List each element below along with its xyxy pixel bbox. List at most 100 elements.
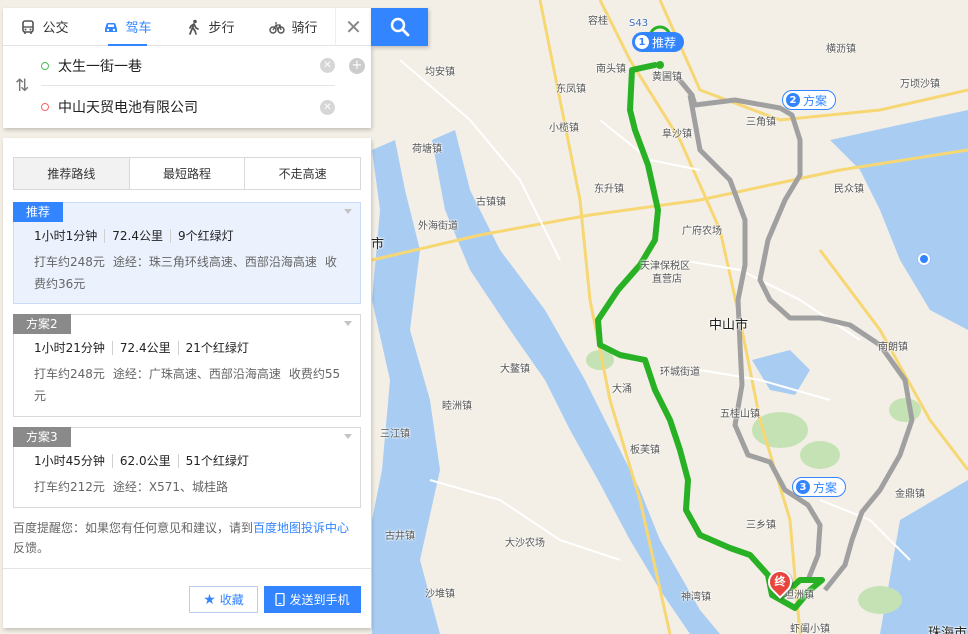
place-label: 容桂 — [588, 16, 608, 27]
tab-no-highway[interactable]: 不走高速 — [244, 158, 361, 189]
route-stats: 1小时21分钟 72.4公里 21个红绿灯 — [34, 341, 256, 355]
river-west — [372, 140, 440, 634]
route-via: 途经：X571、城桂路 — [112, 480, 229, 494]
route-number: 1 — [635, 35, 649, 49]
route-taxi-fare: 打车约212元 — [34, 480, 105, 494]
tip-text-prefix: 百度提醒您：如果您有任何意见和建议，请到 — [13, 521, 254, 535]
swap-icon[interactable]: ⇅ — [15, 76, 29, 96]
place-label: 外海街道 — [418, 221, 458, 232]
car-icon — [105, 22, 118, 32]
place-label: 神湾镇 — [681, 592, 711, 603]
route-number: 3 — [796, 480, 810, 494]
close-button[interactable]: ✕ — [335, 8, 371, 46]
route-via: 途经：广珠高速、西部沿海高速 — [112, 367, 281, 381]
complaint-center-link[interactable]: 百度地图投诉中心 — [253, 521, 349, 535]
route-tag-label: 方案 — [803, 93, 828, 108]
phone-icon — [275, 593, 286, 606]
tab-bike[interactable]: 骑行 — [252, 8, 335, 45]
start-input[interactable] — [58, 57, 316, 74]
route-tag-1[interactable]: 1 推荐 — [632, 32, 685, 52]
park-area-2 — [800, 441, 840, 469]
close-icon: ✕ — [345, 15, 362, 39]
route-time: 1小时45分钟 — [34, 454, 105, 468]
route-taxi-fare: 打车约248元 — [34, 367, 105, 381]
send-label: 发送到手机 — [289, 593, 350, 607]
route-stats: 1小时45分钟 62.0公里 51个红绿灯 — [34, 454, 256, 468]
park-area-5 — [858, 586, 902, 614]
current-location-dot[interactable] — [918, 253, 930, 265]
highways — [371, 0, 968, 634]
route-detail: 打车约248元 途经：广珠高速、西部沿海高速 收费约55元 — [34, 363, 346, 407]
route-card-3[interactable]: 方案3 1小时45分钟 62.0公里 51个红绿灯 打车约212元 途经：X571… — [13, 427, 361, 508]
place-label: 板芙镇 — [630, 445, 660, 456]
place-label: 五桂山镇 — [720, 409, 760, 420]
place-label: 市 — [371, 237, 385, 252]
place-label: 大沙农场 — [505, 538, 545, 549]
route-card-1[interactable]: 推荐 1小时1分钟 72.4公里 9个红绿灯 打车约248元 途经：珠三角环线高速… — [13, 202, 361, 304]
place-label: 横沥镇 — [826, 44, 856, 55]
place-label: 万顷沙镇 — [900, 79, 940, 90]
add-waypoint-button[interactable]: + — [349, 58, 365, 74]
tab-label: 骑行 — [291, 21, 318, 36]
place-label: 金鼎镇 — [895, 489, 925, 500]
tab-recommended[interactable]: 推荐路线 — [14, 158, 129, 189]
place-label: 睦洲镇 — [442, 401, 472, 412]
walk-icon — [189, 19, 200, 35]
route-lights: 21个红绿灯 — [177, 341, 256, 355]
place-label: 中山市 — [709, 318, 749, 333]
travel-mode-tabs: 公交 驾车 步行 骑行 ✕ — [3, 8, 371, 46]
route-via: 途经：珠三角环线高速、西部沿海高速 — [112, 255, 317, 269]
route-time: 1小时1分钟 — [34, 229, 98, 243]
star-icon: ★ — [203, 591, 216, 608]
route-tag-2[interactable]: 2 方案 — [782, 90, 837, 110]
route-tag-3[interactable]: 3 方案 — [792, 477, 847, 497]
place-label: 广府农场 — [682, 226, 722, 237]
place-label: 阜沙镇 — [662, 129, 692, 140]
chevron-down-icon[interactable] — [344, 434, 352, 439]
place-label: 珠海市 — [928, 626, 968, 634]
search-panel: 公交 驾车 步行 骑行 ✕ ⇅ ✕ + ✕ — [3, 8, 371, 128]
search-button[interactable] — [371, 8, 428, 46]
tab-label: 公交 — [42, 21, 69, 36]
route-card-2[interactable]: 方案2 1小时21分钟 72.4公里 21个红绿灯 打车约248元 途经：广珠高速… — [13, 314, 361, 417]
start-dot-icon — [41, 61, 49, 70]
tab-bus[interactable]: 公交 — [3, 8, 86, 45]
tab-label: 步行 — [208, 21, 235, 36]
place-label: 东升镇 — [594, 184, 624, 195]
place-label: 民众镇 — [834, 184, 864, 195]
route-distance: 62.0公里 — [111, 454, 178, 468]
tab-drive[interactable]: 驾车 — [86, 8, 169, 46]
tab-label: 驾车 — [125, 21, 152, 36]
place-label: 均安镇 — [425, 67, 455, 78]
clear-start-button[interactable]: ✕ — [320, 58, 335, 73]
chevron-down-icon[interactable] — [344, 209, 352, 214]
place-label: 三角镇 — [746, 117, 776, 128]
route-badge: 方案2 — [13, 314, 71, 334]
tab-walk[interactable]: 步行 — [169, 8, 252, 45]
end-input[interactable] — [58, 99, 316, 115]
place-label: 直营店 — [652, 274, 682, 285]
clear-end-button[interactable]: ✕ — [320, 99, 335, 115]
place-label: 荷塘镇 — [412, 144, 442, 155]
send-to-phone-button[interactable]: 发送到手机 — [264, 586, 361, 613]
reservoir — [752, 350, 810, 395]
place-label: 古镇镇 — [476, 197, 506, 208]
place-label: 大涌 — [612, 384, 632, 395]
place-label: S43 — [629, 18, 649, 29]
route-distance: 72.4公里 — [111, 341, 178, 355]
end-row: ✕ — [41, 87, 335, 127]
favorite-label: 收藏 — [219, 593, 244, 607]
end-dot-icon — [41, 103, 49, 111]
end-marker-label: 终 — [774, 575, 786, 588]
place-label: 三乡镇 — [746, 520, 776, 531]
tab-shortest[interactable]: 最短路程 — [128, 158, 245, 189]
place-label: 南朗镇 — [878, 342, 908, 353]
place-label: 虾阖小镇 — [790, 624, 830, 634]
route-preference-tabs: 推荐路线 最短路程 不走高速 — [13, 157, 361, 190]
route-lights: 9个红绿灯 — [170, 229, 241, 243]
route-badge: 推荐 — [13, 202, 64, 222]
place-label: 环城街道 — [660, 367, 700, 378]
chevron-down-icon[interactable] — [344, 321, 352, 326]
route-stats: 1小时1分钟 72.4公里 9个红绿灯 — [34, 229, 241, 243]
favorite-button[interactable]: ★ 收藏 — [189, 586, 258, 613]
